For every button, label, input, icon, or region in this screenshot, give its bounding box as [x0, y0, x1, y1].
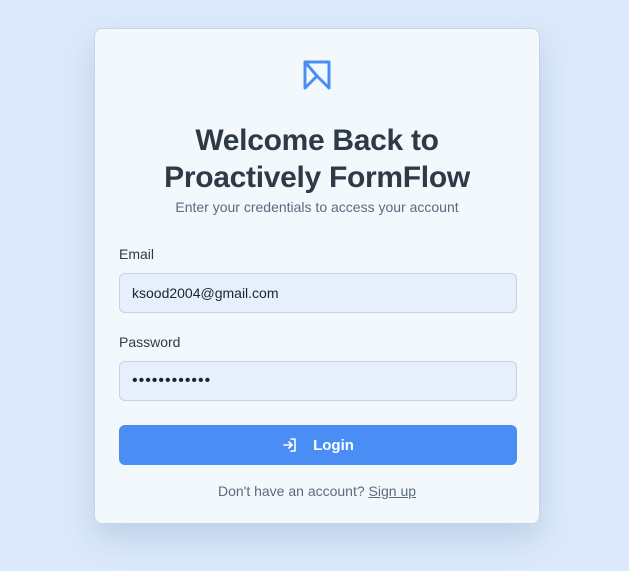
- password-field[interactable]: [119, 361, 517, 401]
- login-card: Welcome Back to Proactively FormFlow Ent…: [94, 28, 540, 524]
- signup-link[interactable]: Sign up: [369, 483, 416, 499]
- password-label: Password: [119, 334, 181, 350]
- title-line-2: Proactively FormFlow: [164, 161, 470, 194]
- login-button-label: Login: [313, 436, 354, 454]
- signup-row: Don't have an account? Sign up: [95, 483, 539, 499]
- email-field[interactable]: [119, 273, 517, 313]
- page-title: Welcome Back to Proactively FormFlow: [95, 122, 539, 196]
- signup-prompt: Don't have an account?: [217, 483, 365, 499]
- login-arrow-icon: [282, 437, 298, 453]
- login-button[interactable]: Login: [119, 425, 517, 465]
- bookmark-logo-icon: [301, 59, 333, 91]
- email-label: Email: [119, 246, 155, 262]
- title-line-1: Welcome Back to: [195, 124, 439, 157]
- page-subtitle: Enter your credentials to access your ac…: [175, 199, 459, 215]
